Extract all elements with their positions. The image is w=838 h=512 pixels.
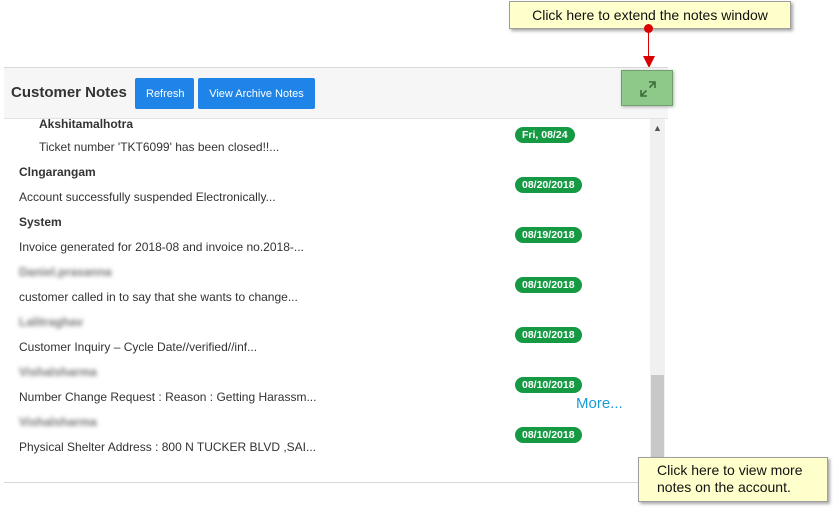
note-author: System (19, 215, 62, 229)
customer-notes-panel: Customer Notes Refresh View Archive Note… (4, 67, 673, 483)
notes-list: Akshitamalhotra Ticket number 'TKT6099' … (4, 119, 668, 483)
note-author: Lalitraghav (19, 315, 84, 329)
note-text: Invoice generated for 2018-08 and invoic… (19, 240, 304, 254)
note-text: Number Change Request : Reason : Getting… (19, 390, 317, 404)
panel-header: Customer Notes Refresh View Archive Note… (4, 68, 673, 119)
note-text: Ticket number 'TKT6099' has been closed!… (39, 140, 280, 154)
expand-notes-button[interactable] (621, 70, 673, 106)
view-archive-notes-button[interactable]: View Archive Notes (198, 78, 315, 109)
date-badge: 08/10/2018 (515, 377, 582, 393)
extend-window-callout-text: Click here to extend the notes window (532, 7, 768, 23)
date-badge: 08/10/2018 (515, 427, 582, 443)
refresh-button[interactable]: Refresh (135, 78, 194, 109)
note-author: Vishalsharma (19, 365, 97, 379)
note-text: customer called in to say that she wants… (19, 290, 298, 304)
note-author: Daniel.prasanna (19, 265, 112, 279)
more-notes-callout: Click here to view more notes on the acc… (638, 457, 828, 502)
date-badge: 08/10/2018 (515, 327, 582, 343)
expand-arrows-icon (640, 81, 656, 97)
date-badge: 08/10/2018 (515, 277, 582, 293)
note-text: Account successfully suspended Electroni… (19, 190, 276, 204)
note-text: Customer Inquiry – Cycle Date//verified/… (19, 340, 258, 354)
note-author: Vishalsharma (19, 415, 97, 429)
chevron-up-icon[interactable]: ▲ (653, 123, 662, 133)
note-author: Clngarangam (19, 165, 96, 179)
date-badge: Fri, 08/24 (515, 127, 575, 143)
panel-title: Customer Notes (11, 84, 127, 101)
note-text: Physical Shelter Address : 800 N TUCKER … (19, 440, 317, 454)
more-notes-callout-line1: Click here to view more (657, 462, 803, 478)
note-author: Akshitamalhotra (39, 119, 134, 131)
screen: Click here to extend the notes window Cu… (0, 0, 838, 512)
more-notes-callout-line2: notes on the account. (657, 479, 791, 495)
date-badge: 08/19/2018 (515, 227, 582, 243)
date-badge: 08/20/2018 (515, 177, 582, 193)
notes-scrollbar[interactable]: ▲ (650, 119, 665, 483)
more-notes-link[interactable]: More... (576, 395, 623, 412)
